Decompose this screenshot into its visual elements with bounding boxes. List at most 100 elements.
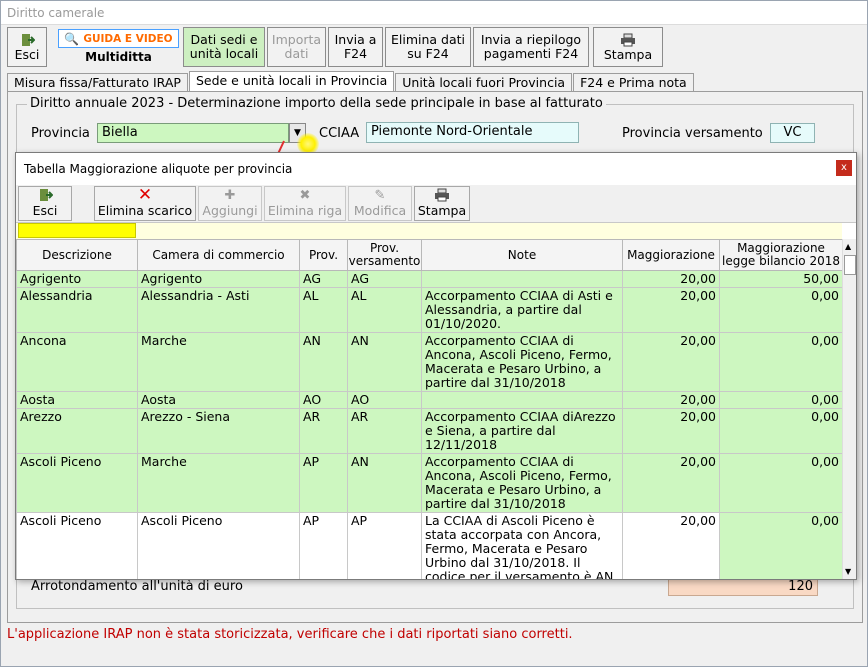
modifica-button[interactable]: ✎ Modifica	[348, 186, 412, 221]
tab-f24-prima-nota[interactable]: F24 e Prima nota	[573, 73, 694, 92]
table-cell[interactable]: AG	[347, 270, 422, 288]
app-window: Diritto camerale Esci 🔍 GUIDA E VIDEO Mu…	[0, 0, 868, 667]
table-cell[interactable]: Alessandria - Asti	[137, 287, 300, 333]
elimina-scarico-button[interactable]: ✕ Elimina scarico	[94, 186, 196, 221]
invia-riepilogo-line1: Invia a riepilogo	[480, 32, 582, 47]
table-row[interactable]: Alessandria Alessandria - Asti AL AL Accorpa…	[16, 287, 842, 333]
table-cell[interactable]: AR	[299, 408, 348, 454]
elimina-f24-button[interactable]: Elimina dati su F24	[385, 27, 471, 67]
table-cell[interactable]: 0,00	[719, 512, 842, 579]
table-cell[interactable]: AN	[347, 453, 422, 513]
table-cell[interactable]: AP	[299, 512, 348, 579]
table-cell[interactable]	[421, 391, 623, 409]
table-cell[interactable]: 0,00	[719, 408, 842, 454]
column-header[interactable]: Prov. versamento	[347, 239, 422, 271]
stampa-label: Stampa	[603, 46, 653, 62]
importa-dati-button[interactable]: Importa dati	[267, 27, 326, 67]
tab-unita-fuori[interactable]: Unità locali fuori Provincia	[395, 73, 573, 92]
table-cell[interactable]: Ascoli Piceno	[16, 512, 138, 579]
table-cell[interactable]: AO	[347, 391, 422, 409]
table-cell[interactable]: 50,00	[719, 270, 842, 288]
table-row[interactable]: Aosta Aosta AO AO 20,00 0,00	[16, 391, 842, 409]
table-cell[interactable]: 20,00	[622, 512, 720, 579]
dialog-esci-button[interactable]: Esci	[18, 186, 72, 221]
tab-bar: Misura fissa/Fatturato IRAP Sede e unità…	[7, 71, 695, 92]
table-cell[interactable]: Marche	[137, 332, 300, 392]
dialog-stampa-button[interactable]: Stampa	[414, 186, 470, 221]
column-header[interactable]: Descrizione	[16, 239, 138, 271]
table-cell[interactable]: 0,00	[719, 332, 842, 392]
column-header[interactable]: Maggiorazione	[622, 239, 720, 271]
table-row[interactable]: Ascoli Piceno Ascoli Piceno AP AP La CCIAA d…	[16, 512, 842, 579]
column-header[interactable]: Note	[421, 239, 623, 271]
table-cell[interactable]: Accorpamento CCIAA di Ancona, Ascoli Pic…	[421, 332, 623, 392]
table-cell[interactable]: Arezzo - Siena	[137, 408, 300, 454]
table-cell[interactable]: 0,00	[719, 453, 842, 513]
delete-row-icon: ✖	[299, 188, 311, 203]
table-cell[interactable]: Arezzo	[16, 408, 138, 454]
filter-row	[16, 223, 842, 239]
table-cell[interactable]: 20,00	[622, 453, 720, 513]
close-button[interactable]: x	[836, 160, 852, 176]
table-cell[interactable]: AR	[347, 408, 422, 454]
table-cell[interactable]: 20,00	[622, 391, 720, 409]
esci-button[interactable]: Esci	[7, 27, 47, 67]
table-cell[interactable]: Ancona	[16, 332, 138, 392]
dati-sedi-button[interactable]: Dati sedi e unità locali	[183, 27, 265, 67]
table-cell[interactable]: AG	[299, 270, 348, 288]
exit-icon	[22, 33, 35, 46]
aggiungi-button[interactable]: ✚ Aggiungi	[198, 186, 262, 221]
table-cell[interactable]: AO	[299, 391, 348, 409]
invia-riepilogo-button[interactable]: Invia a riepilogo pagamenti F24	[473, 27, 589, 67]
table-cell[interactable]: Alessandria	[16, 287, 138, 333]
stampa-button[interactable]: Stampa	[593, 27, 663, 67]
elimina-f24-line2: su F24	[407, 46, 449, 61]
table-cell[interactable]: 0,00	[719, 287, 842, 333]
table-cell[interactable]: Marche	[137, 453, 300, 513]
filter-input[interactable]	[18, 223, 136, 238]
table-cell[interactable]: Accorpamento CCIAA di Ancona, Ascoli Pic…	[421, 453, 623, 513]
table-cell[interactable]: Agrigento	[137, 270, 300, 288]
table-cell[interactable]: AN	[347, 332, 422, 392]
tab-misura-fissa[interactable]: Misura fissa/Fatturato IRAP	[7, 73, 188, 92]
scroll-down-icon[interactable]: ▼	[845, 567, 851, 576]
scroll-thumb[interactable]	[844, 255, 856, 275]
table-row[interactable]: Arezzo Arezzo - Siena AR AR Accorpamento CCI…	[16, 408, 842, 454]
magnifier-icon: 🔍	[64, 31, 80, 46]
column-header[interactable]: Camera di commercio	[137, 239, 300, 271]
table-cell[interactable]: 20,00	[622, 408, 720, 454]
table-cell[interactable]	[421, 270, 623, 288]
table-cell[interactable]: Agrigento	[16, 270, 138, 288]
red-x-icon: ✕	[137, 185, 153, 205]
table-cell[interactable]: 20,00	[622, 332, 720, 392]
table-cell[interactable]: 0,00	[719, 391, 842, 409]
table-cell[interactable]: Accorpamento CCIAA di Asti e Alessandria…	[421, 287, 623, 333]
table-cell[interactable]: Aosta	[16, 391, 138, 409]
section-legend: Diritto annuale 2023 - Determinazione im…	[27, 96, 606, 111]
table-cell[interactable]: 20,00	[622, 270, 720, 288]
guida-video-button[interactable]: 🔍 GUIDA E VIDEO	[58, 29, 179, 48]
table-cell[interactable]: Aosta	[137, 391, 300, 409]
tab-sede-unita-locali[interactable]: Sede e unità locali in Provincia	[188, 71, 395, 92]
table-row[interactable]: Ancona Marche AN AN Accorpamento CCIAA di An…	[16, 332, 842, 392]
invia-f24-button[interactable]: Invia a F24	[328, 27, 383, 67]
scroll-up-icon[interactable]: ▲	[845, 242, 851, 251]
table-cell[interactable]: AP	[299, 453, 348, 513]
table-cell[interactable]: AL	[347, 287, 422, 333]
vertical-scrollbar[interactable]: ▲ ▼	[842, 239, 856, 579]
elimina-riga-button[interactable]: ✖ Elimina riga	[264, 186, 346, 221]
table-cell[interactable]: Accorpamento CCIAA diArezzo e Siena, a p…	[421, 408, 623, 454]
table-row[interactable]: Agrigento Agrigento AG AG 20,00 50,00	[16, 270, 842, 288]
table-cell[interactable]: AL	[299, 287, 348, 333]
table-cell[interactable]: La CCIAA di Ascoli Piceno è stata accorp…	[421, 512, 623, 579]
table-cell[interactable]: AP	[347, 512, 422, 579]
column-header[interactable]: Prov.	[299, 239, 348, 271]
column-header[interactable]: Maggiorazione legge bilancio 2018	[719, 239, 842, 271]
aggiungi-label: Aggiungi	[202, 203, 258, 218]
table-cell[interactable]: Ascoli Piceno	[137, 512, 300, 579]
table-cell[interactable]: Ascoli Piceno	[16, 453, 138, 513]
table-cell[interactable]: 20,00	[622, 287, 720, 333]
table-cell[interactable]: AN	[299, 332, 348, 392]
table-row[interactable]: Ascoli Piceno Marche AP AN Accorpamento CCIA…	[16, 453, 842, 513]
provincia-field[interactable]: Biella	[97, 123, 289, 143]
